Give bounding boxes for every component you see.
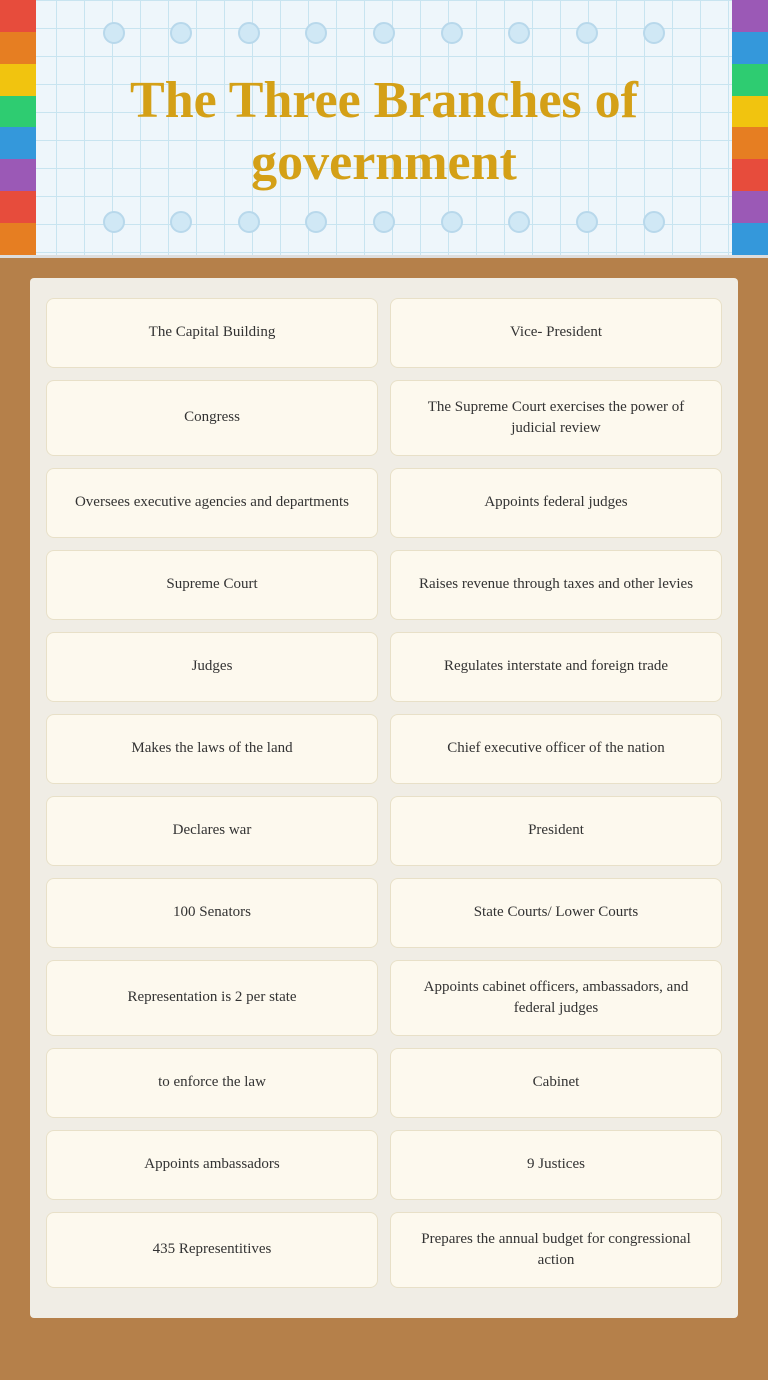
holes-top (0, 22, 768, 44)
flash-card[interactable]: Representation is 2 per state (46, 960, 378, 1036)
main-content: The Capital BuildingVice- PresidentCongr… (30, 278, 738, 1318)
flash-card[interactable]: Raises revenue through taxes and other l… (390, 550, 722, 620)
flash-card[interactable]: Chief executive officer of the nation (390, 714, 722, 784)
hole (373, 22, 395, 44)
flash-card[interactable]: Congress (46, 380, 378, 456)
hole (170, 211, 192, 233)
flash-card[interactable]: President (390, 796, 722, 866)
flash-card[interactable]: Makes the laws of the land (46, 714, 378, 784)
flash-card[interactable]: 435 Representitives (46, 1212, 378, 1288)
hole (643, 211, 665, 233)
page-title: The Three Branches of government (40, 60, 728, 205)
flash-card[interactable]: The Capital Building (46, 298, 378, 368)
flash-card[interactable]: Vice- President (390, 298, 722, 368)
flash-card[interactable]: 100 Senators (46, 878, 378, 948)
flash-card[interactable]: 9 Justices (390, 1130, 722, 1200)
hole (373, 211, 395, 233)
flash-card[interactable]: Appoints federal judges (390, 468, 722, 538)
flash-card[interactable]: Judges (46, 632, 378, 702)
hole (508, 22, 530, 44)
hole (508, 211, 530, 233)
hole (441, 211, 463, 233)
flash-card[interactable]: Oversees executive agencies and departme… (46, 468, 378, 538)
flash-card[interactable]: Regulates interstate and foreign trade (390, 632, 722, 702)
flash-card[interactable]: Appoints cabinet officers, ambassadors, … (390, 960, 722, 1036)
hole (238, 211, 260, 233)
flash-card[interactable]: Cabinet (390, 1048, 722, 1118)
flash-card[interactable]: to enforce the law (46, 1048, 378, 1118)
flash-card[interactable]: Appoints ambassadors (46, 1130, 378, 1200)
hole (441, 22, 463, 44)
flash-card[interactable]: The Supreme Court exercises the power of… (390, 380, 722, 456)
flash-card[interactable]: Supreme Court (46, 550, 378, 620)
hole (305, 22, 327, 44)
card-grid: The Capital BuildingVice- PresidentCongr… (46, 298, 722, 1288)
hole (576, 211, 598, 233)
hole (576, 22, 598, 44)
header: The Three Branches of government (0, 0, 768, 258)
hole (238, 22, 260, 44)
hole (103, 211, 125, 233)
hole (643, 22, 665, 44)
holes-bottom (0, 211, 768, 233)
flash-card[interactable]: Declares war (46, 796, 378, 866)
flash-card[interactable]: Prepares the annual budget for congressi… (390, 1212, 722, 1288)
hole (103, 22, 125, 44)
hole (170, 22, 192, 44)
flash-card[interactable]: State Courts/ Lower Courts (390, 878, 722, 948)
hole (305, 211, 327, 233)
